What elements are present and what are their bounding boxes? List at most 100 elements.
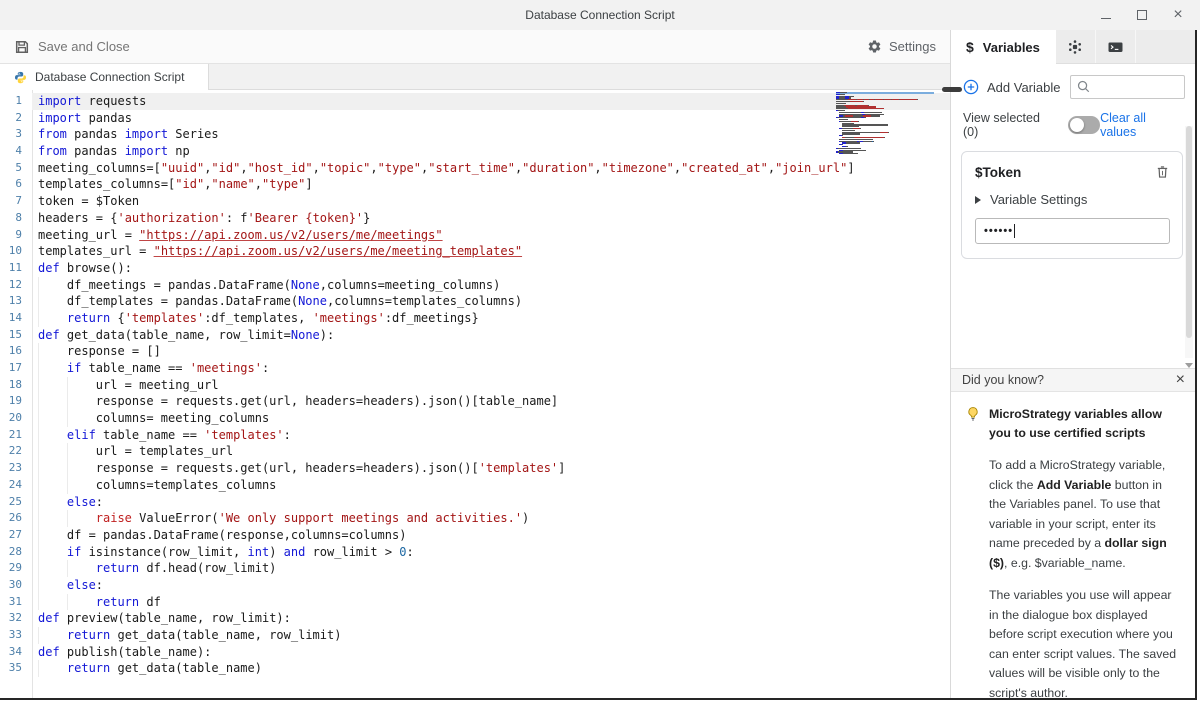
variable-card-header: $Token <box>975 164 1170 180</box>
toolbar-left: Save and Close Settings <box>0 30 950 64</box>
line-number: 18 <box>0 377 32 394</box>
code-line[interactable]: 20columns= meeting_columns <box>0 410 950 427</box>
panel-scrollbar[interactable] <box>1185 126 1193 358</box>
code-line[interactable]: 6templates_columns=["id","name","type"] <box>0 176 950 193</box>
code-line[interactable]: 8headers = {'authorization': f'Bearer {t… <box>0 210 950 227</box>
delete-variable-button[interactable] <box>1155 164 1170 180</box>
line-number: 29 <box>0 560 32 577</box>
code-line[interactable]: 2import pandas <box>0 110 950 127</box>
line-number: 28 <box>0 544 32 561</box>
variables-tab-label: Variables <box>983 40 1040 55</box>
minimize-button[interactable] <box>1098 7 1114 23</box>
line-number: 19 <box>0 393 32 410</box>
tab-variables[interactable]: $ Variables <box>951 30 1056 64</box>
code-line[interactable]: 23response = requests.get(url, headers=h… <box>0 460 950 477</box>
code-line[interactable]: 17if table_name == 'meetings': <box>0 360 950 377</box>
code-line[interactable]: 32def preview(table_name, row_limit): <box>0 610 950 627</box>
tip-title: MicroStrategy variables allow you to use… <box>989 405 1179 443</box>
settings-label: Settings <box>889 39 936 54</box>
title-bar: Database Connection Script × <box>0 0 1200 30</box>
code-line[interactable]: 33return get_data(table_name, row_limit) <box>0 627 950 644</box>
dyk-paragraph: To add a MicroStrategy variable, click t… <box>989 456 1181 573</box>
gear-icon <box>867 39 882 54</box>
code-line[interactable]: 28if isinstance(row_limit, int) and row_… <box>0 544 950 561</box>
line-number: 35 <box>0 660 32 677</box>
plus-circle-icon <box>963 79 979 95</box>
settings-button[interactable]: Settings <box>867 39 936 54</box>
trash-icon <box>1155 164 1170 180</box>
script-tab-label: Database Connection Script <box>35 70 184 84</box>
code-editor[interactable]: 1import requests2import pandas3from pand… <box>0 90 950 698</box>
code-line[interactable]: 35return get_data(table_name) <box>0 660 950 677</box>
code-line[interactable]: 31return df <box>0 594 950 611</box>
tab-packages[interactable] <box>1056 30 1096 63</box>
maximize-button[interactable] <box>1134 7 1150 23</box>
splitter-grip[interactable] <box>942 87 962 92</box>
code-line[interactable]: 13df_templates = pandas.DataFrame(None,c… <box>0 293 950 310</box>
code-line[interactable]: 24columns=templates_columns <box>0 477 950 494</box>
code-line[interactable]: 29return df.head(row_limit) <box>0 560 950 577</box>
minimap[interactable] <box>836 92 934 155</box>
code-line[interactable]: 3from pandas import Series <box>0 126 950 143</box>
line-number: 4 <box>0 143 32 160</box>
variable-name: $Token <box>975 165 1021 180</box>
code-line[interactable]: 4from pandas import np <box>0 143 950 160</box>
line-number: 32 <box>0 610 32 627</box>
scrollbar-thumb[interactable] <box>1186 126 1192 338</box>
window-content: Save and Close Settings $ Variables <box>0 30 1197 700</box>
console-icon <box>1107 39 1124 55</box>
code-line[interactable]: 19response = requests.get(url, headers=h… <box>0 393 950 410</box>
code-line[interactable]: 25else: <box>0 494 950 511</box>
code-line[interactable]: 9meeting_url = "https://api.zoom.us/v2/u… <box>0 227 950 244</box>
code-line[interactable]: 16response = [] <box>0 343 950 360</box>
clear-all-values-link[interactable]: Clear all values <box>1100 111 1185 139</box>
code-line[interactable]: 11def browse(): <box>0 260 950 277</box>
did-you-know-header: Did you know? × <box>951 369 1195 392</box>
maximize-icon <box>1137 10 1147 20</box>
line-number: 16 <box>0 343 32 360</box>
tab-console[interactable] <box>1096 30 1136 63</box>
code-line[interactable]: 34def publish(table_name): <box>0 644 950 661</box>
code-line[interactable]: 14return {'templates':df_templates, 'mee… <box>0 310 950 327</box>
packages-icon <box>1067 39 1083 55</box>
line-number: 30 <box>0 577 32 594</box>
variable-value-input[interactable]: •••••• <box>975 218 1170 244</box>
code-line[interactable]: 27df = pandas.DataFrame(response,columns… <box>0 527 950 544</box>
view-selected-toggle[interactable] <box>1068 116 1100 134</box>
close-button[interactable]: × <box>1170 7 1186 23</box>
code-line[interactable]: 7token = $Token <box>0 193 950 210</box>
line-number: 10 <box>0 243 32 260</box>
add-variable-label: Add Variable <box>987 80 1060 95</box>
text-cursor <box>1014 224 1015 238</box>
minimize-icon <box>1101 18 1111 19</box>
line-number: 2 <box>0 110 32 127</box>
code-line[interactable]: 26raise ValueError('We only support meet… <box>0 510 950 527</box>
chevron-right-icon <box>975 196 981 204</box>
line-number: 25 <box>0 494 32 511</box>
toolbar: Save and Close Settings $ Variables <box>0 30 1195 64</box>
code-line[interactable]: 21elif table_name == 'templates': <box>0 427 950 444</box>
did-you-know-close-button[interactable]: × <box>1176 373 1185 387</box>
variable-settings-expander[interactable]: Variable Settings <box>975 192 1170 207</box>
did-you-know-section: Did you know? × MicroStrategy variables … <box>951 368 1195 698</box>
code-line[interactable]: 18url = meeting_url <box>0 377 950 394</box>
dyk-paragraphs: To add a MicroStrategy variable, click t… <box>989 456 1181 698</box>
line-number: 1 <box>0 93 32 110</box>
code-line[interactable]: 15def get_data(table_name, row_limit=Non… <box>0 327 950 344</box>
tab-database-connection-script[interactable]: Database Connection Script <box>0 64 209 90</box>
did-you-know-title: Did you know? <box>962 373 1044 387</box>
variable-card-token: $Token Variable Settings <box>961 151 1183 259</box>
code-line[interactable]: 12df_meetings = pandas.DataFrame(None,co… <box>0 277 950 294</box>
line-number: 13 <box>0 293 32 310</box>
code-line[interactable]: 30else: <box>0 577 950 594</box>
code-line[interactable]: 1import requests <box>0 93 950 110</box>
code-line[interactable]: 22url = templates_url <box>0 443 950 460</box>
save-and-close-label: Save and Close <box>38 39 130 54</box>
line-number: 17 <box>0 360 32 377</box>
variables-panel: Add Variable View selected (0) <box>950 64 1195 698</box>
add-variable-button[interactable]: Add Variable <box>963 79 1060 95</box>
code-line[interactable]: 10templates_url = "https://api.zoom.us/v… <box>0 243 950 260</box>
save-and-close-button[interactable]: Save and Close <box>14 39 130 55</box>
scrollbar-down-arrow[interactable] <box>1185 360 1193 370</box>
code-line[interactable]: 5meeting_columns=["uuid","id","host_id",… <box>0 160 950 177</box>
